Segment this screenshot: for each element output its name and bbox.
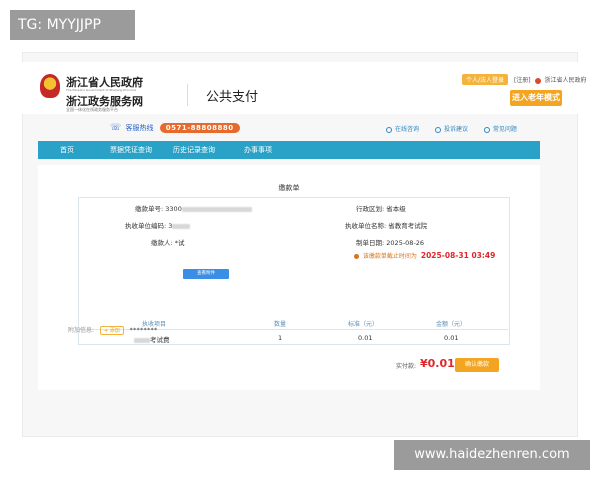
message-icon <box>434 126 441 133</box>
top-user-links: 个人/法人登录 [注册] 浙江省人民政府 <box>462 74 587 85</box>
elder-mode-button[interactable]: 进入老年模式 <box>510 90 562 106</box>
unit-code-label: 执收单位编码: <box>125 222 167 230</box>
quick-link-feedback[interactable]: 投诉建议 <box>434 126 470 133</box>
view-attachment-button[interactable]: 查看附件 <box>183 269 229 279</box>
payer-value: *试 <box>174 239 185 247</box>
phone-icon: ☏ <box>110 123 122 133</box>
extra-info-add-button[interactable]: + 添加 <box>99 326 124 335</box>
chat-icon <box>386 126 392 133</box>
nav-item-home[interactable]: 首页 <box>60 141 74 159</box>
region-link[interactable]: 浙江省人民政府 <box>544 77 586 84</box>
extra-info-value: ******** <box>129 327 158 334</box>
extra-info: 附加信息: + 添加 ******** <box>68 325 158 335</box>
question-icon <box>483 126 490 133</box>
payer-field: 缴款人: *试 <box>151 237 185 247</box>
confirm-payment-button[interactable]: 确认缴款 <box>455 358 499 372</box>
region-field: 行政区划: 省本级 <box>356 203 406 213</box>
unit-code-field: 执收单位编码: 3 <box>125 220 191 230</box>
redacted-bill-no <box>181 206 252 212</box>
total-amount: ¥0.01 <box>420 357 455 370</box>
org-name-english: The People's Government of Zhejiang Prov… <box>66 88 137 92</box>
deadline-label: 该缴款单截止时间为 <box>362 253 417 260</box>
region-label: 行政区划: <box>356 205 385 213</box>
region-badge-icon <box>534 77 541 84</box>
quick-links: 在线咨询 投诉建议 常见问题 <box>386 124 531 133</box>
quick-link-consult[interactable]: 在线咨询 <box>386 126 421 133</box>
site-header: 浙江省人民政府 The People's Government of Zheji… <box>22 62 587 114</box>
watermark-bottom: www.haidezhenren.com <box>394 440 590 470</box>
deadline-notice: 该缴款单截止时间为 2025-08-31 03:49 <box>354 251 495 260</box>
page-title: 公共支付 <box>206 90 259 105</box>
bill-title: 缴款单 <box>278 184 300 192</box>
header-divider <box>187 84 188 106</box>
quick-link-faq[interactable]: 常见问题 <box>483 126 517 133</box>
unit-name-value: 省教育考试院 <box>388 222 428 230</box>
deadline-value: 2025-08-31 03:49 <box>420 251 496 260</box>
org-slogan: 全国一体化在线政务服务平台 <box>66 107 118 112</box>
date-label: 制单日期: <box>356 239 385 247</box>
bill-no-label: 缴款单号: <box>135 205 164 213</box>
region-value: 省本级 <box>386 205 406 213</box>
redacted-unit-code <box>172 223 191 229</box>
total-label: 实付款: <box>396 363 417 370</box>
bill-panel: 缴款单 缴款单号: 3300 行政区划: 省本级 执收单位编码: 3 执收单位名… <box>38 165 540 390</box>
date-value: 2025-08-26 <box>386 239 425 247</box>
nav-item-history-query[interactable]: 历史记录查询 <box>173 141 215 159</box>
main-nav: 首页 票据凭证查询 历史记录查询 办事事项 <box>38 141 540 159</box>
nav-item-services[interactable]: 办事事项 <box>244 141 272 159</box>
hotline-label: 客服热线 <box>125 124 154 132</box>
warning-icon <box>354 254 359 259</box>
payer-label: 缴款人: <box>151 239 173 247</box>
unit-name-label: 执收单位名称: <box>345 222 387 230</box>
hotline-bar: ☏ 客服热线 0571-88808880 <box>110 123 240 133</box>
unit-name-field: 执收单位名称: 省教育考试院 <box>345 220 427 230</box>
register-link[interactable]: [注册] <box>514 77 531 84</box>
login-button[interactable]: 个人/法人登录 <box>462 74 509 85</box>
national-emblem-icon <box>40 74 60 98</box>
extra-info-label: 附加信息: <box>68 327 95 334</box>
watermark-top: TG: MYYJJPP <box>10 10 135 40</box>
bill-detail-box: 缴款单号: 3300 行政区划: 省本级 执收单位编码: 3 执收单位名称: 省… <box>78 197 510 345</box>
hotline-number: 0571-88808880 <box>159 123 240 133</box>
bill-no-field: 缴款单号: 3300 <box>135 203 252 213</box>
bill-no-value: 3300 <box>165 205 182 213</box>
date-field: 制单日期: 2025-08-26 <box>356 237 424 247</box>
nav-item-voucher-query[interactable]: 票据凭证查询 <box>110 141 152 159</box>
